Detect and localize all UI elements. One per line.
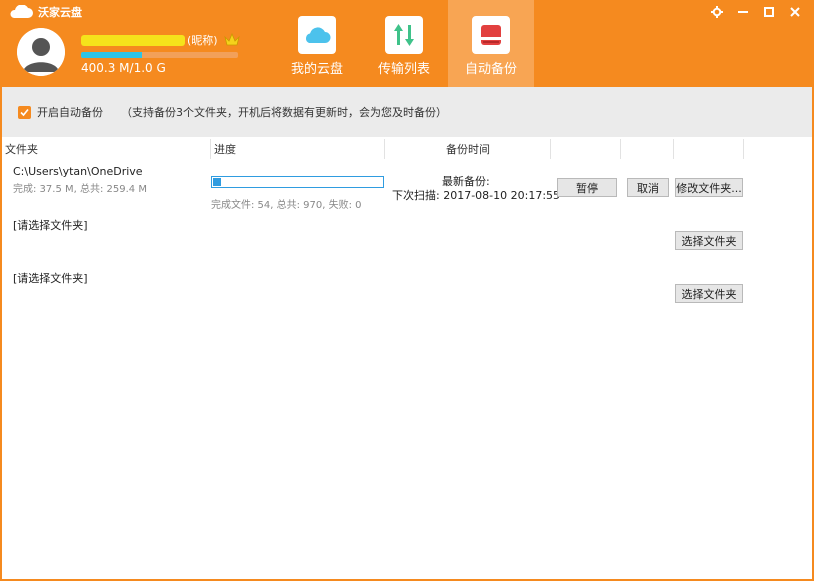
row-folder-size: 完成: 37.5 M, 总共: 259.4 M	[13, 184, 147, 195]
column-header-blank-3	[674, 139, 744, 159]
select-folder-button[interactable]: 选择文件夹	[675, 231, 743, 250]
tab-transfer-list[interactable]: 传输列表	[361, 0, 447, 87]
column-header-blank-2	[621, 139, 674, 159]
row-next-scan: 下次扫描: 2017-08-10 20:17:55	[392, 189, 561, 202]
tab-auto-backup[interactable]: 自动备份	[448, 0, 534, 87]
auto-backup-toolbar: 开启自动备份 （支持备份3个文件夹，开机后将数据有更新时，会为您及时备份）	[2, 87, 812, 137]
row-progress-fill	[213, 178, 222, 186]
check-icon	[20, 108, 29, 116]
nickname: (昵称)	[187, 34, 218, 47]
transfer-arrows-icon	[385, 16, 423, 54]
row-placeholder: [请选择文件夹]	[13, 272, 88, 285]
maximize-icon[interactable]	[756, 3, 782, 21]
cloud-logo-icon	[10, 5, 33, 18]
column-header-backup-time: 备份时间	[386, 139, 551, 159]
cancel-button[interactable]: 取消	[627, 178, 669, 197]
auto-backup-checkbox[interactable]	[18, 105, 31, 119]
tab-auto-backup-label: 自动备份	[464, 62, 517, 77]
user-silhouette-icon	[17, 28, 65, 76]
tab-my-cloud[interactable]: 我的云盘	[274, 0, 360, 87]
row-progress-text: 完成文件: 54, 总共: 970, 失败: 0	[211, 200, 362, 211]
column-progress-label: 进度	[214, 143, 236, 156]
select-folder-button[interactable]: 选择文件夹	[675, 284, 743, 303]
row-folder-path: C:\Users\ytan\OneDrive	[13, 165, 143, 178]
quota-text: 400.3 M/1.0 G	[81, 61, 166, 75]
tab-transfer-list-label: 传输列表	[377, 62, 430, 77]
pause-button[interactable]: 暂停	[557, 178, 617, 197]
window-controls	[704, 3, 808, 21]
row-progress-bar	[211, 176, 384, 188]
tab-my-cloud-label: 我的云盘	[290, 62, 343, 77]
header: 沃家云盘 (昵称) 400.3 M/1.0 G 我的云盘 传输列表 自动备份	[0, 0, 814, 87]
modify-folder-button[interactable]: 修改文件夹...	[675, 178, 743, 197]
auto-backup-label[interactable]: 开启自动备份	[37, 104, 103, 120]
column-folder-label: 文件夹	[5, 143, 38, 156]
close-icon[interactable]	[782, 3, 808, 21]
cloud-icon	[298, 16, 336, 54]
backup-panel: 开启自动备份 （支持备份3个文件夹，开机后将数据有更新时，会为您及时备份） 文件…	[2, 87, 812, 579]
quota-bar-fill	[81, 52, 143, 58]
quota-bar	[81, 52, 238, 58]
username-redaction	[81, 34, 185, 46]
column-header-blank-1	[551, 139, 621, 159]
row-placeholder: [请选择文件夹]	[13, 219, 88, 232]
crown-icon	[223, 33, 240, 46]
avatar[interactable]	[17, 28, 65, 76]
brand: 沃家云盘	[8, 4, 82, 20]
app-window: 沃家云盘 (昵称) 400.3 M/1.0 G 我的云盘 传输列表 自动备份 开…	[0, 0, 814, 581]
auto-backup-hint: （支持备份3个文件夹，开机后将数据有更新时，会为您及时备份）	[121, 106, 447, 119]
column-header-progress: 进度	[214, 139, 385, 159]
column-backup-time-label: 备份时间	[446, 143, 490, 156]
username: (昵称)	[81, 31, 240, 49]
backup-drive-icon	[472, 16, 510, 54]
app-title: 沃家云盘	[38, 6, 82, 19]
main-nav: 我的云盘 传输列表 自动备份	[274, 0, 535, 87]
gear-icon[interactable]	[704, 3, 730, 21]
column-header-folder: 文件夹	[5, 139, 211, 159]
minimize-icon[interactable]	[730, 3, 756, 21]
